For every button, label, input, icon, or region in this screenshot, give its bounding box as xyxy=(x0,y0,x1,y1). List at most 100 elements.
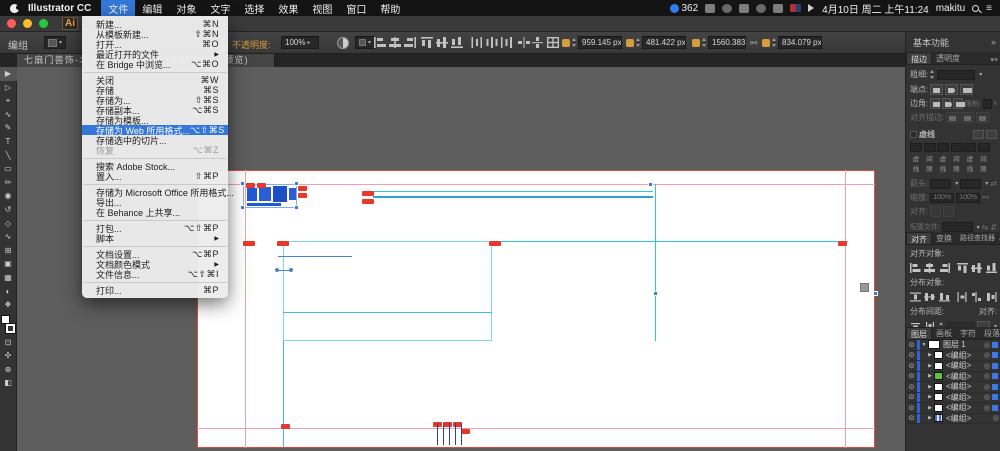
status-icon-5[interactable] xyxy=(773,4,783,13)
dash-align-icon[interactable] xyxy=(986,130,997,139)
tab-stroke[interactable]: 描边 xyxy=(906,52,932,64)
selection-handle[interactable] xyxy=(873,291,878,296)
expand-arrow-icon[interactable]: ▶ xyxy=(926,384,934,390)
tab-artboards[interactable]: 画板 xyxy=(932,327,956,339)
align-center-h-button[interactable] xyxy=(388,36,401,49)
target-circle-icon[interactable]: ◎ xyxy=(984,383,990,391)
group-thumbnail[interactable] xyxy=(934,414,943,422)
network-status-badge[interactable]: 362 xyxy=(670,3,698,14)
status-icon-1[interactable] xyxy=(705,4,715,13)
align-top-button[interactable] xyxy=(420,36,433,49)
selection-indicator[interactable] xyxy=(992,394,998,400)
tab-character[interactable]: 字符 xyxy=(956,327,980,339)
volume-icon[interactable] xyxy=(808,4,818,12)
menu-view[interactable]: 视图 xyxy=(305,0,339,16)
tool-paintbrush[interactable]: ✏ xyxy=(0,176,17,190)
link-scale-icon[interactable]: ⚯ xyxy=(982,193,989,202)
transform-grid-icon[interactable] xyxy=(546,36,559,49)
gap-field[interactable] xyxy=(951,143,963,152)
fill-stroke-swatches[interactable] xyxy=(1,315,15,333)
arrow-scale-start-field[interactable]: 100% xyxy=(930,193,954,203)
align-bottom-button[interactable] xyxy=(450,36,463,49)
x-stepper[interactable] xyxy=(572,36,577,49)
selection-handle[interactable] xyxy=(648,182,653,187)
align-top-button[interactable] xyxy=(957,262,968,274)
layer-thumbnail[interactable] xyxy=(928,340,940,349)
gap-field[interactable] xyxy=(978,143,990,152)
group-thumbnail[interactable] xyxy=(934,372,943,380)
selection-handle[interactable] xyxy=(240,205,245,210)
expand-arrow-icon[interactable]: ▶ xyxy=(926,352,934,358)
group-thumbnail[interactable] xyxy=(934,393,943,401)
tool-width[interactable]: ∿ xyxy=(0,230,17,244)
align-left-button[interactable] xyxy=(373,36,386,49)
selection-indicator[interactable] xyxy=(992,384,998,390)
tool-type[interactable]: T xyxy=(0,135,17,149)
menubar-clock[interactable]: 4月10日 周二 上午11:24 xyxy=(822,1,929,16)
status-icon-4[interactable] xyxy=(756,4,766,13)
workspace-switcher[interactable]: 基本功能 xyxy=(913,36,949,49)
distribute-middle-v-button[interactable] xyxy=(924,291,935,303)
target-circle-icon[interactable]: ◎ xyxy=(984,362,990,370)
chevron-down-icon[interactable]: ▾ xyxy=(979,71,982,78)
recolor-dropdown[interactable]: ▾ xyxy=(355,36,375,49)
distribute-right-button[interactable] xyxy=(986,291,997,303)
stroke-swatch[interactable] xyxy=(6,324,15,333)
target-circle-icon[interactable]: ◎ xyxy=(993,414,999,422)
align-bottom-button[interactable] xyxy=(986,262,997,274)
flip-across-icon[interactable]: ⇵ xyxy=(990,223,997,232)
dash-preserve-icon[interactable] xyxy=(973,130,984,139)
selection-indicator[interactable] xyxy=(992,352,998,358)
expand-arrow-icon[interactable]: ▶ xyxy=(926,363,934,369)
tab-transform[interactable]: 变换 xyxy=(932,232,956,244)
tab-align[interactable]: 对齐 xyxy=(906,232,932,244)
menu-item-file-info[interactable]: 文件信息...⌥⇧⌘I xyxy=(82,269,228,279)
group-thumbnail[interactable] xyxy=(934,351,943,359)
window-close-button[interactable] xyxy=(7,19,16,28)
dash-field[interactable] xyxy=(937,143,949,152)
distribute-spacing-h-icon[interactable] xyxy=(517,36,530,49)
expand-arrow-icon[interactable]: ▶ xyxy=(926,394,934,400)
dash-field[interactable] xyxy=(910,143,922,152)
window-zoom-button[interactable] xyxy=(39,19,48,28)
visibility-eye-icon[interactable]: ⊙ xyxy=(906,351,917,359)
tool-scale[interactable]: ◇ xyxy=(0,217,17,231)
menu-item-place[interactable]: 置入...⇧⌘P xyxy=(82,171,228,181)
expand-arrow-icon[interactable]: ▶ xyxy=(926,415,934,421)
opacity-field[interactable]: 100%▸ xyxy=(281,36,319,49)
join-round-button[interactable] xyxy=(942,98,952,109)
fill-swatch[interactable] xyxy=(1,315,10,324)
menu-type[interactable]: 文字 xyxy=(203,0,237,16)
tool-pen[interactable]: ✎ xyxy=(0,121,17,135)
width-field[interactable]: 1560.383 xyxy=(708,36,746,49)
opacity-label[interactable]: 不透明度: xyxy=(232,38,271,51)
tool-rotate[interactable]: ↺ xyxy=(0,203,17,217)
constrain-link-icon[interactable]: ⚯ xyxy=(750,38,758,49)
collapse-panels-icon[interactable]: » xyxy=(991,37,996,47)
status-icon-3[interactable] xyxy=(739,4,749,13)
menu-select[interactable]: 选择 xyxy=(237,0,271,16)
tab-paragraph[interactable]: 段落 xyxy=(980,327,1000,339)
input-source-flag-icon[interactable] xyxy=(790,4,801,12)
appearance-swatch-dropdown[interactable]: ▾ xyxy=(44,36,66,49)
visibility-eye-icon[interactable]: ⊙ xyxy=(906,414,917,422)
distribute-left-button[interactable] xyxy=(957,291,968,303)
tool-line[interactable]: ╲ xyxy=(0,149,17,163)
tool-free-transform[interactable]: ⊞ xyxy=(0,244,17,258)
artboard-handle[interactable] xyxy=(860,283,869,292)
visibility-eye-icon[interactable]: ⊙ xyxy=(906,362,917,370)
tool-magic-wand[interactable]: ⌖ xyxy=(0,94,17,108)
distribute-top-button[interactable] xyxy=(910,291,921,303)
visibility-eye-icon[interactable]: ⊙ xyxy=(906,372,917,380)
tab-pathfinder[interactable]: 路径查找器 xyxy=(956,232,999,244)
menu-window[interactable]: 窗口 xyxy=(339,0,373,16)
menu-help[interactable]: 帮助 xyxy=(373,0,407,16)
selection-indicator[interactable] xyxy=(992,363,998,369)
selection-indicator[interactable] xyxy=(992,405,998,411)
weight-stepper[interactable] xyxy=(930,68,935,81)
miter-limit-field[interactable] xyxy=(983,99,992,109)
group-thumbnail[interactable] xyxy=(934,383,943,391)
group-thumbnail[interactable] xyxy=(934,404,943,412)
expand-arrow-icon[interactable]: ▶ xyxy=(926,373,934,379)
target-circle-icon[interactable]: ◎ xyxy=(984,372,990,380)
